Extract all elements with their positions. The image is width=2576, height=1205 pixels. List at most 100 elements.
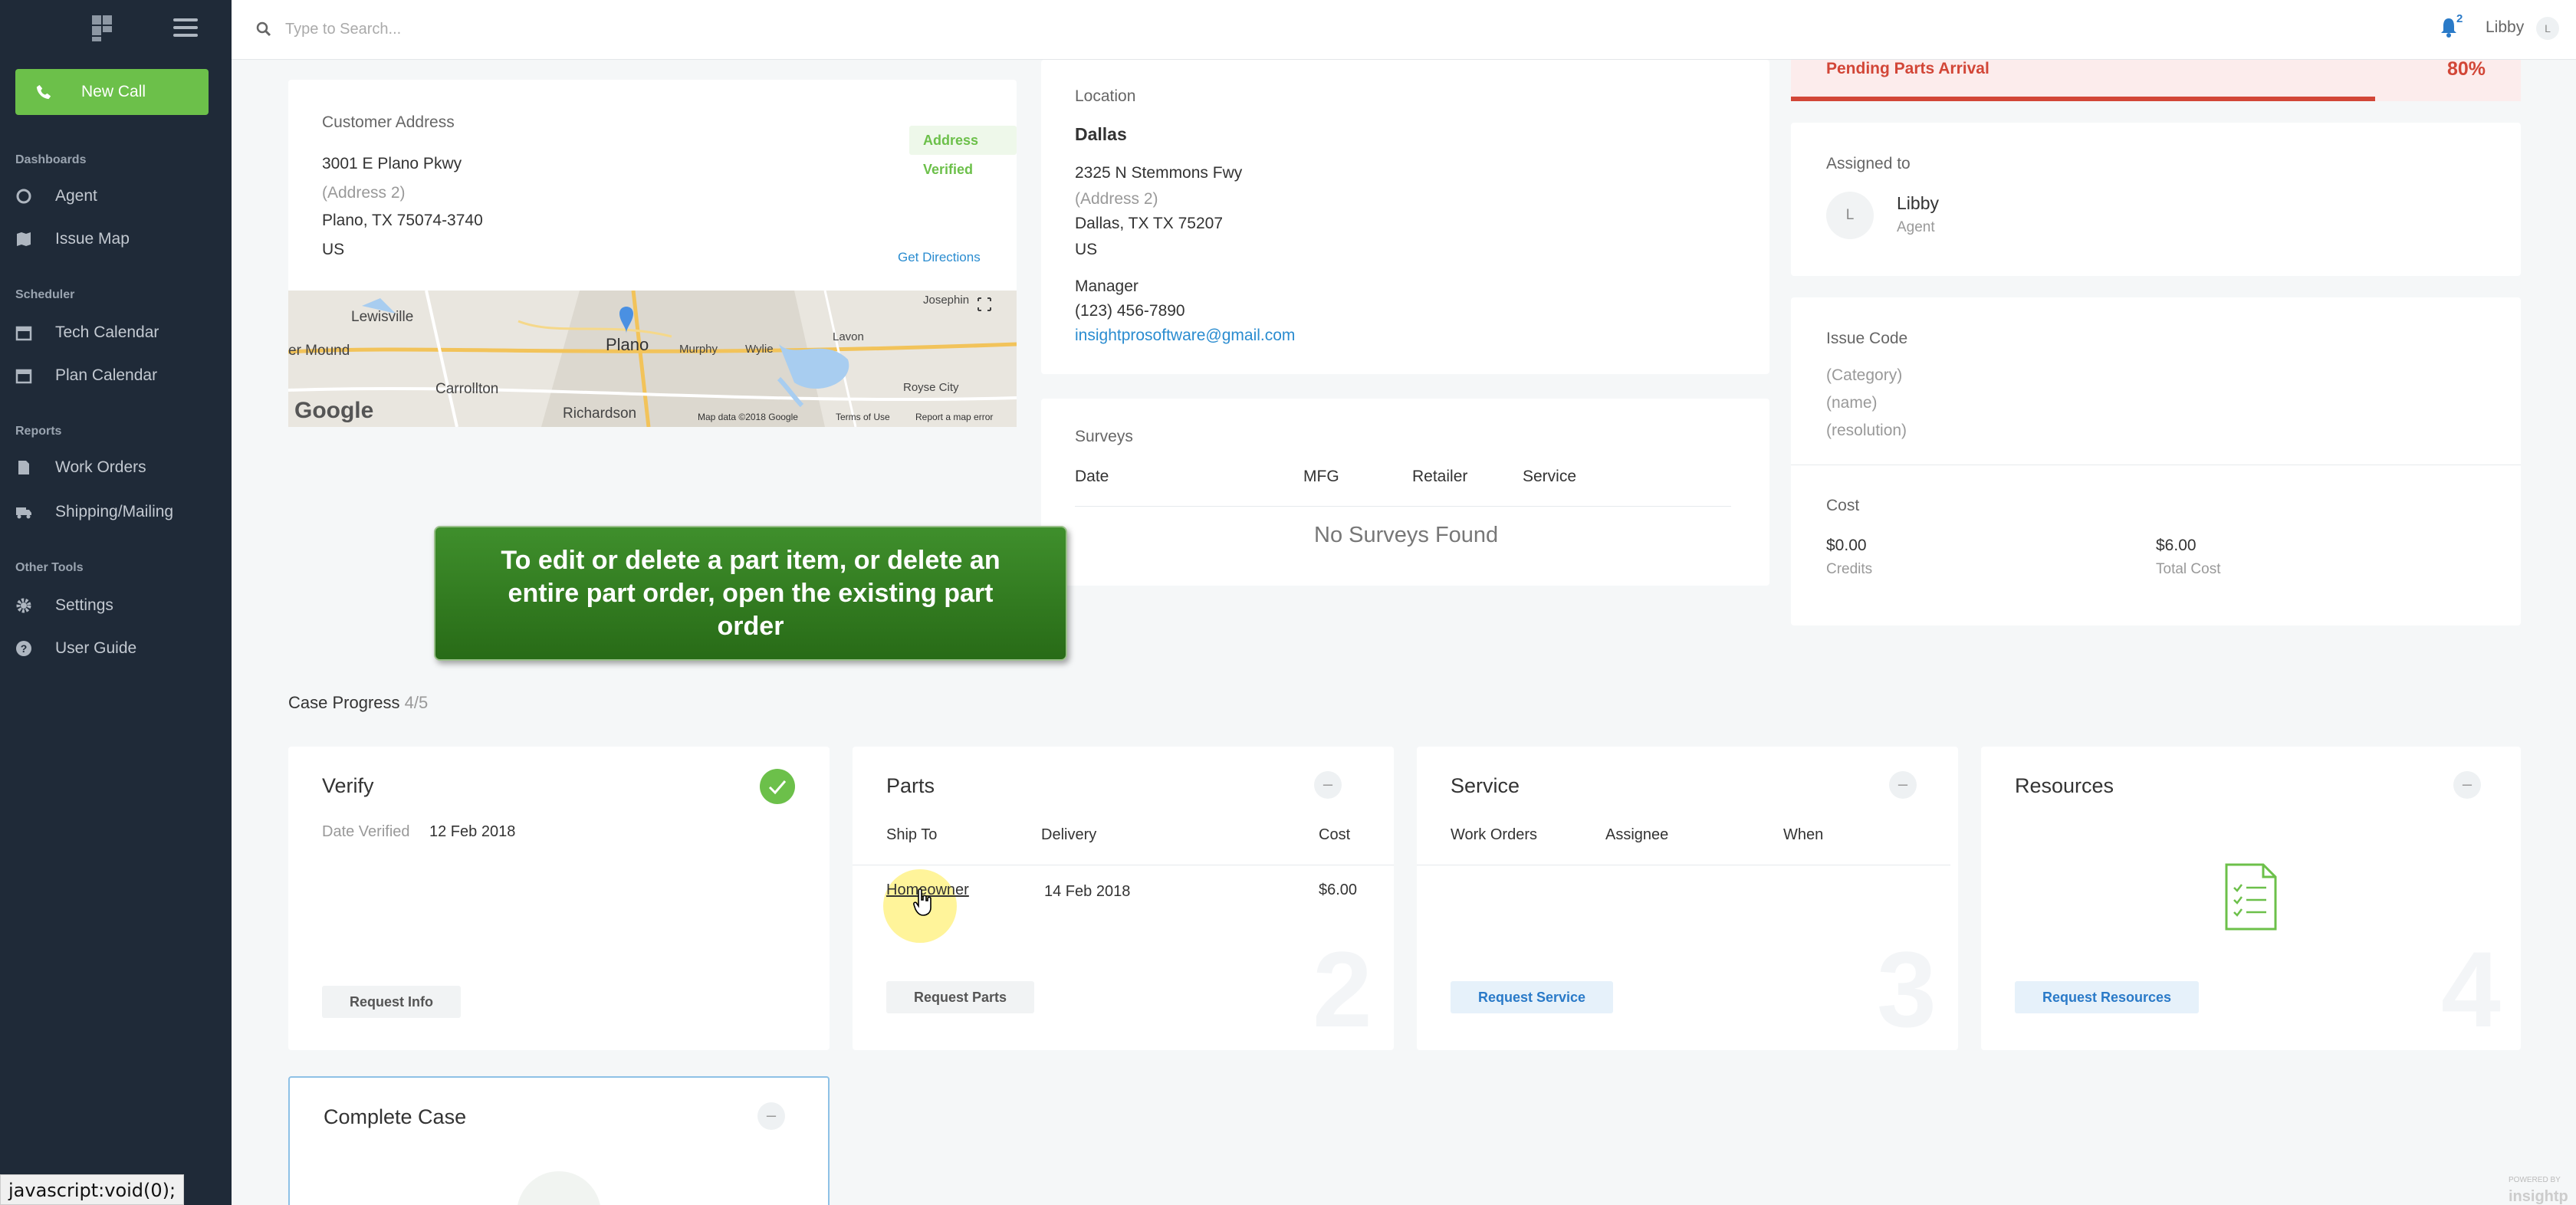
customer-country: US (322, 241, 345, 258)
request-info-button[interactable]: Request Info (322, 986, 462, 1018)
sidebar-item-label: Agent (55, 187, 97, 205)
parts-card: 2 Parts – Ship To Delivery Cost Homeowne… (853, 747, 1394, 1050)
surveys-col-service: Service (1523, 468, 1577, 485)
sidebar-item-plan-calendar[interactable]: Plan Calendar (15, 360, 222, 391)
search-input[interactable] (285, 15, 822, 43)
manager-email-link[interactable]: insightprosoftware@gmail.com (1075, 327, 1295, 345)
complete-case-card: Complete Case – (288, 1076, 830, 1205)
avatar[interactable]: L (2536, 17, 2559, 40)
location-city-line: Dallas, TX TX 75207 (1075, 215, 1223, 232)
sidebar-item-settings[interactable]: Settings (15, 590, 222, 621)
map-terms-link[interactable]: Terms of Use (836, 412, 890, 422)
customer-city-line: Plano, TX 75074-3740 (322, 212, 483, 229)
checklist-icon (2225, 863, 2277, 931)
date-verified-label: Date Verified (322, 823, 410, 840)
sidebar-item-label: Work Orders (55, 458, 146, 476)
get-directions-link[interactable]: Get Directions (898, 250, 981, 265)
date-verified-value: 12 Feb 2018 (429, 823, 516, 840)
customer-address-line1: 3001 E Plano Pkwy (322, 155, 462, 172)
app-logo[interactable] (90, 14, 117, 43)
service-col-work-orders: Work Orders (1451, 826, 1537, 843)
document-icon (18, 461, 29, 474)
powered-by-label: POWERED BY (2509, 1176, 2561, 1184)
resources-title: Resources (2015, 774, 2114, 797)
complete-case-title: Complete Case (324, 1105, 467, 1128)
status-progress-track (1791, 97, 2521, 101)
map-report-link[interactable]: Report a map error (915, 412, 993, 422)
collapse-resources-button[interactable]: – (2453, 771, 2481, 799)
check-circle-icon (760, 769, 795, 804)
nav-section-reports: Reports (15, 425, 62, 438)
help-tooltip: To edit or delete a part item, or delete… (434, 526, 1067, 661)
assigned-role: Agent (1897, 219, 1935, 235)
map-label: Carrollton (435, 381, 499, 397)
user-name[interactable]: Libby (2486, 18, 2524, 37)
map-label: Lewisville (351, 309, 414, 325)
location-line2: (Address 2) (1075, 190, 1158, 208)
map-label: Royse City (903, 381, 959, 394)
service-col-assignee: Assignee (1605, 826, 1669, 843)
case-progress-count: 4/5 (404, 693, 429, 712)
request-resources-button[interactable]: Request Resources (2015, 981, 2200, 1013)
new-call-button[interactable]: New Call (15, 69, 209, 115)
status-percent: 80% (2446, 58, 2486, 80)
assigned-title: Assigned to (1826, 155, 1911, 172)
menu-toggle-icon[interactable] (173, 18, 198, 37)
powered-by-brand: insightp (2509, 1188, 2568, 1205)
new-call-label: New Call (81, 83, 146, 100)
step-number: 3 (1877, 929, 1937, 1049)
customer-map[interactable]: Lewisville er Mound Plano Murphy Wylie L… (288, 291, 1017, 427)
sidebar-item-label: Plan Calendar (55, 366, 158, 384)
status-label: Pending Parts Arrival (1826, 60, 1990, 77)
surveys-col-date: Date (1075, 468, 1109, 485)
collapse-service-button[interactable]: – (1889, 771, 1917, 799)
complete-case-icon (517, 1171, 601, 1205)
nav-section-other-tools: Other Tools (15, 561, 84, 574)
phone-icon (36, 84, 51, 100)
surveys-card: Surveys Date MFG Retailer Service No Sur… (1041, 399, 1769, 586)
sidebar-item-agent[interactable]: Agent (15, 181, 222, 212)
sidebar-item-tech-calendar[interactable]: Tech Calendar (15, 317, 222, 348)
sidebar-item-work-orders[interactable]: Work Orders (15, 452, 222, 483)
issue-name: (name) (1826, 394, 1878, 412)
customer-address-title: Customer Address (322, 113, 455, 131)
request-service-button[interactable]: Request Service (1451, 981, 1614, 1013)
calendar-icon (15, 326, 32, 341)
sidebar-item-label: Settings (55, 596, 113, 614)
service-col-when: When (1783, 826, 1824, 843)
parts-row-delivery: 14 Feb 2018 (1044, 883, 1131, 900)
issue-code-title: Issue Code (1826, 330, 1908, 347)
map-attribution: Map data ©2018 Google (698, 412, 798, 422)
surveys-empty-message: No Surveys Found (1314, 523, 1499, 547)
parts-col-cost: Cost (1319, 826, 1351, 843)
surveys-col-retailer: Retailer (1412, 468, 1468, 485)
sidebar-item-shipping-mailing[interactable]: Shipping/Mailing (15, 497, 222, 527)
service-title: Service (1451, 774, 1520, 797)
parts-col-delivery: Delivery (1041, 826, 1097, 843)
notification-count-badge: 2 (2456, 12, 2463, 25)
sidebar-item-label: Issue Map (55, 230, 130, 248)
collapse-parts-button[interactable]: – (1314, 771, 1342, 799)
step-number: 2 (1313, 929, 1372, 1049)
total-cost-label: Total Cost (2156, 561, 2221, 577)
surveys-divider (1075, 506, 1731, 507)
location-card: Location Dallas 2325 N Stemmons Fwy (Add… (1041, 60, 1769, 374)
collapse-complete-button[interactable]: – (757, 1102, 785, 1130)
map-label: er Mound (288, 343, 350, 359)
top-bar: 2 Libby L (232, 0, 2576, 60)
map-label: Plano (606, 335, 649, 354)
customer-address-card: Customer Address Address Verified 3001 E… (288, 80, 1017, 427)
case-progress-heading: Case Progress 4/5 (288, 693, 428, 713)
bell-icon[interactable] (2440, 17, 2458, 38)
sidebar-item-label: Tech Calendar (55, 323, 159, 341)
circle-icon (16, 189, 31, 204)
sidebar-item-issue-map[interactable]: Issue Map (15, 224, 222, 254)
credits-value: $0.00 (1826, 537, 1867, 554)
map-label: Josephin (923, 294, 970, 307)
truck-icon (16, 507, 31, 519)
service-card: 3 Service – Work Orders Assignee When Re… (1417, 747, 1958, 1050)
svg-text:?: ? (21, 642, 28, 655)
request-parts-button[interactable]: Request Parts (886, 981, 1035, 1013)
case-progress-label: Case Progress (288, 693, 400, 712)
sidebar-item-user-guide[interactable]: ? User Guide (15, 633, 222, 664)
